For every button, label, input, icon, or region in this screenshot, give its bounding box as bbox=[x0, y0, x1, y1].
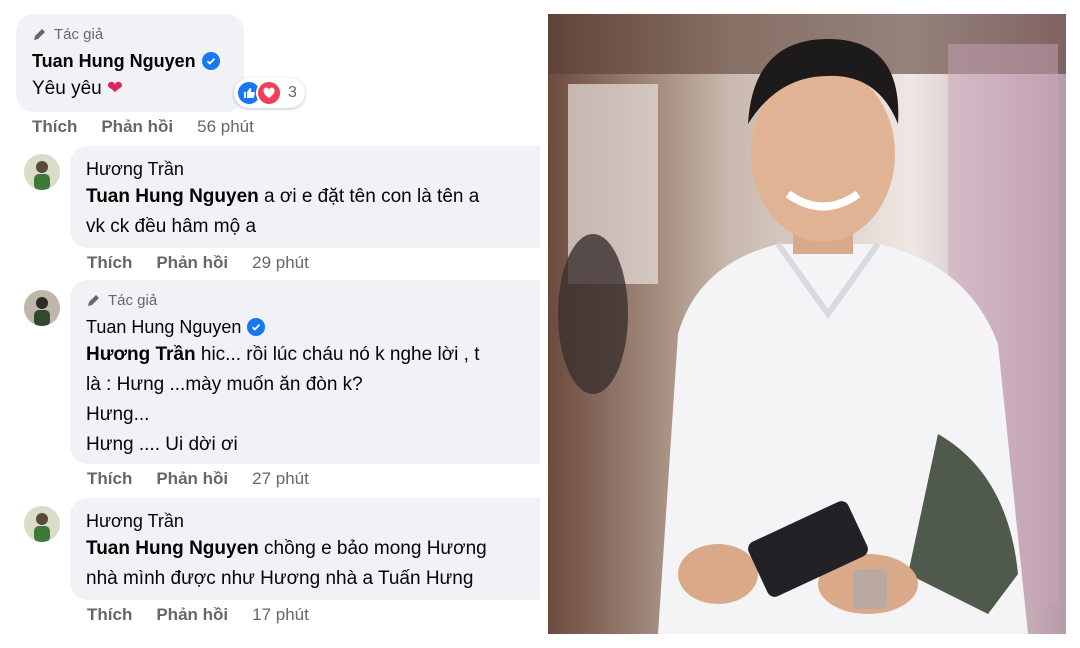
comment-text: Hưng... bbox=[86, 404, 150, 425]
comment-text: Hưng .... Ui dời ơi bbox=[86, 434, 238, 455]
comment-actions: Thích Phản hồi 27 phút bbox=[87, 469, 309, 489]
avatar[interactable] bbox=[24, 154, 60, 190]
reply-button[interactable]: Phản hồi bbox=[156, 605, 228, 625]
verified-badge-icon bbox=[201, 52, 220, 70]
reaction-summary[interactable]: 3 bbox=[234, 78, 305, 108]
pencil-icon bbox=[34, 29, 45, 40]
photo bbox=[548, 14, 1066, 634]
author-badge: Tác giả bbox=[32, 24, 228, 44]
love-reaction-icon bbox=[256, 80, 282, 106]
man-in-white-polo-photo bbox=[548, 14, 1066, 634]
comment-author[interactable]: Hương Trần bbox=[86, 511, 184, 532]
comment-thread: Tác giả Tuan Hung Nguyen Yêu yêu ❤ 3 Thí… bbox=[0, 0, 540, 648]
mention-link[interactable]: Hương Trần bbox=[86, 344, 196, 365]
comment-text: Tuan Hung Nguyen a ơi e đặt tên con là t… bbox=[86, 186, 480, 207]
mention-link[interactable]: Tuan Hung Nguyen bbox=[86, 186, 259, 207]
mention-link[interactable]: Tuan Hung Nguyen bbox=[86, 538, 259, 559]
like-button[interactable]: Thích bbox=[87, 605, 132, 625]
like-button[interactable]: Thích bbox=[87, 253, 132, 273]
comment-timestamp[interactable]: 29 phút bbox=[252, 253, 309, 273]
comment-timestamp[interactable]: 27 phút bbox=[252, 469, 309, 489]
author-badge-label: Tác giả bbox=[54, 25, 104, 43]
avatar[interactable] bbox=[24, 290, 60, 326]
comment-text: Yêu yêu ❤ bbox=[32, 78, 123, 99]
like-button[interactable]: Thích bbox=[87, 469, 132, 489]
comment-text: vk ck đều hâm mộ a bbox=[86, 216, 257, 237]
comment-text: nhà mình được như Hương nhà a Tuấn Hưng bbox=[86, 568, 474, 589]
comment-text: là : Hưng ...mày muốn ăn đòn k? bbox=[86, 374, 363, 395]
reaction-count: 3 bbox=[288, 84, 297, 101]
comment-bubble: Hương Trần Tuan Hung Nguyen chồng e bảo … bbox=[70, 498, 540, 600]
reply-button[interactable]: Phản hồi bbox=[156, 469, 228, 489]
pencil-icon bbox=[88, 295, 99, 306]
comment-actions: Thích Phản hồi 56 phút bbox=[32, 117, 254, 137]
avatar[interactable] bbox=[24, 506, 60, 542]
red-heart-icon: ❤ bbox=[107, 78, 123, 99]
verified-badge-icon bbox=[247, 318, 266, 336]
comment-author[interactable]: Hương Trần bbox=[86, 159, 184, 180]
comment-author[interactable]: Tuan Hung Nguyen bbox=[86, 317, 241, 338]
comment-bubble: Tác giả Tuan Hung Nguyen Yêu yêu ❤ bbox=[16, 14, 244, 112]
author-badge-label: Tác giả bbox=[108, 291, 158, 309]
like-button[interactable]: Thích bbox=[32, 117, 77, 137]
comment-timestamp[interactable]: 56 phút bbox=[197, 117, 254, 137]
comment-text: Tuan Hung Nguyen chồng e bảo mong Hương bbox=[86, 538, 487, 559]
author-badge: Tác giả bbox=[86, 290, 540, 310]
reply-button[interactable]: Phản hồi bbox=[101, 117, 173, 137]
comment-author[interactable]: Tuan Hung Nguyen bbox=[32, 51, 196, 72]
reply-button[interactable]: Phản hồi bbox=[156, 253, 228, 273]
comment-actions: Thích Phản hồi 17 phút bbox=[87, 605, 309, 625]
comment-text: Hương Trần hic... rồi lúc cháu nó k nghe… bbox=[86, 344, 480, 365]
comment-bubble: Hương Trần Tuan Hung Nguyen a ơi e đặt t… bbox=[70, 146, 540, 248]
comment-bubble: Tác giả Tuan Hung Nguyen Hương Trần hic.… bbox=[70, 280, 540, 464]
comment-actions: Thích Phản hồi 29 phút bbox=[87, 253, 309, 273]
comment-timestamp[interactable]: 17 phút bbox=[252, 605, 309, 625]
